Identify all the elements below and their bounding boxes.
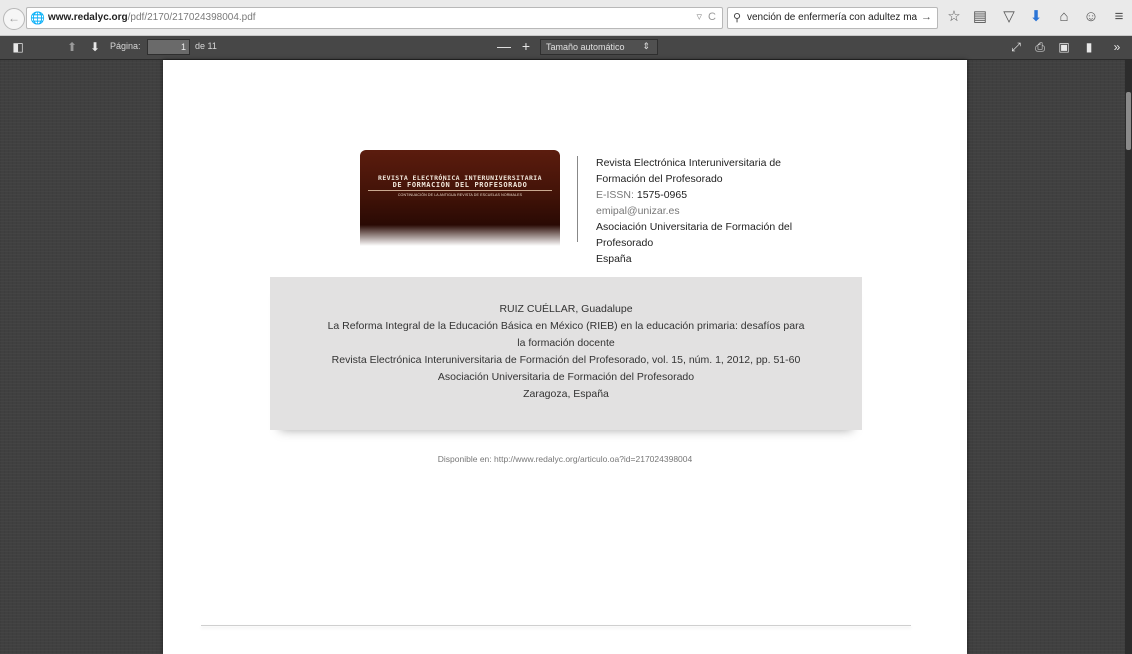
viewer-scrollbar[interactable] <box>1125 60 1132 654</box>
journal-info: Revista Electrónica Interuniversitaria d… <box>596 155 836 267</box>
publisher-line-2: Profesorado <box>596 237 654 249</box>
pocket-icon[interactable]: ▽ <box>1000 9 1018 25</box>
logo-rule <box>368 190 552 191</box>
citation-source: Revista Electrónica Interuniversitaria d… <box>331 354 801 366</box>
citation-lines: RUIZ CUÉLLAR, Guadalupe La Reforma Integ… <box>270 301 862 403</box>
url-actions: ▿ C <box>691 10 716 23</box>
zoom-in-button[interactable]: + <box>518 38 534 54</box>
presentation-mode-icon[interactable]: ⤢ <box>1008 39 1024 55</box>
globe-icon: 🌐 <box>30 11 45 25</box>
logo-line-3: CONTINUACIÓN DE LA ANTIGUA REVISTA DE ES… <box>397 193 523 197</box>
citation-title-line-2: la formación docente <box>517 337 615 349</box>
publisher-line-1: Asociación Universitaria de Formación de… <box>596 221 793 233</box>
page-total: de 11 <box>195 41 217 51</box>
bookmark-icon[interactable]: ▮ <box>1081 39 1097 55</box>
citation-author: RUIZ CUÉLLAR, Guadalupe <box>499 303 633 315</box>
menu-icon[interactable]: ≡ <box>1110 9 1128 25</box>
url-path: /pdf/2170/217024398004.pdf <box>127 12 256 23</box>
sidebar-toggle-icon[interactable]: ◧ <box>10 39 26 55</box>
history-dropdown-icon[interactable]: ▿ <box>697 11 703 23</box>
page-label: Página: <box>110 41 141 51</box>
citation-publisher: Asociación Universitaria de Formación de… <box>437 371 695 383</box>
citation-title-line-1: La Reforma Integral de la Educación Bási… <box>327 320 805 332</box>
eissn-label: E-ISSN: <box>596 189 634 201</box>
url-bar[interactable]: 🌐 www.redalyc.org/pdf/2170/217024398004.… <box>26 7 723 29</box>
journal-logo: REVISTA ELECTRÓNICA INTERUNIVERSITARIA D… <box>360 150 560 246</box>
search-icon: ⚲ <box>733 12 742 24</box>
zoom-select-value: Tamaño automático <box>546 42 625 52</box>
footer-rule <box>201 625 911 626</box>
home-icon[interactable]: ⌂ <box>1055 9 1073 25</box>
citation-box: RUIZ CUÉLLAR, Guadalupe La Reforma Integ… <box>270 277 862 430</box>
zoom-out-button[interactable]: — <box>496 38 512 54</box>
next-page-icon[interactable]: ⬇ <box>87 39 103 55</box>
search-bar[interactable]: ⚲ vención de enfermería con adultez mayo… <box>727 7 938 29</box>
browser-nav-bar: ← 🌐 www.redalyc.org/pdf/2170/21702439800… <box>0 0 1132 36</box>
reload-icon[interactable]: C <box>708 11 716 23</box>
logo-line-2: DE FORMACIÓN DEL PROFESORADO <box>392 181 528 189</box>
pdf-page: REVISTA ELECTRÓNICA INTERUNIVERSITARIA D… <box>163 60 967 654</box>
pdf-toolbar: ◧ ⬆ ⬇ Página: de 11 — + Tamaño automátic… <box>0 36 1132 60</box>
back-button[interactable]: ← <box>3 8 25 30</box>
scrollbar-thumb[interactable] <box>1126 92 1131 150</box>
available-at-link[interactable]: Disponible en: http://www.redalyc.org/ar… <box>163 454 967 464</box>
journal-name-line-2: Formación del Profesorado <box>596 173 723 185</box>
save-icon[interactable]: ▣ <box>1056 39 1072 55</box>
select-arrows-icon: ⇕ <box>642 41 650 51</box>
bookmark-star-icon[interactable]: ☆ <box>945 9 963 25</box>
print-icon[interactable]: ⎙ <box>1032 39 1048 55</box>
search-go-icon[interactable]: → <box>921 11 932 23</box>
url-text: www.redalyc.org/pdf/2170/217024398004.pd… <box>48 12 256 23</box>
chat-icon[interactable]: ☺ <box>1082 9 1100 25</box>
eissn-value: 1575-0965 <box>636 189 688 201</box>
eissn: E-ISSN: 1575-0965 <box>596 187 836 203</box>
journal-name-line-1: Revista Electrónica Interuniversitaria d… <box>596 157 782 169</box>
header-divider <box>577 156 578 242</box>
download-icon[interactable]: ⬇ <box>1027 9 1045 25</box>
zoom-select[interactable]: Tamaño automático ⇕ <box>540 39 658 55</box>
previous-page-icon[interactable]: ⬆ <box>64 39 80 55</box>
url-domain: www.redalyc.org <box>48 12 128 23</box>
journal-country: España <box>596 253 632 265</box>
citation-location: Zaragoza, España <box>523 388 609 400</box>
pdf-viewer[interactable]: REVISTA ELECTRÓNICA INTERUNIVERSITARIA D… <box>0 60 1132 654</box>
journal-email: emipal@unizar.es <box>596 205 680 217</box>
reading-list-icon[interactable]: ▤ <box>971 9 989 25</box>
tools-menu-icon[interactable]: » <box>1109 39 1125 55</box>
page-number-input[interactable] <box>147 39 190 55</box>
search-input[interactable]: vención de enfermería con adultez mayor. <box>747 12 917 23</box>
back-arrow-icon: ← <box>8 11 20 25</box>
